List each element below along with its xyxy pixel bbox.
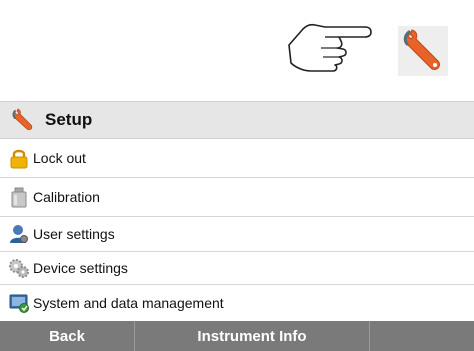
instrument-info-button[interactable]: Instrument Info <box>135 321 370 351</box>
wrench-icon <box>11 108 43 132</box>
menu-item-calibration[interactable]: Calibration <box>0 178 474 217</box>
padlock-icon <box>8 147 30 169</box>
menu-item-label: System and data management <box>33 295 224 311</box>
back-button[interactable]: Back <box>0 321 135 351</box>
menu-item-label: Lock out <box>33 150 86 166</box>
pointing-hand-icon <box>281 15 377 77</box>
menu-item-label: User settings <box>33 226 115 242</box>
calibration-weight-icon <box>8 186 30 208</box>
system-management-icon <box>8 292 30 314</box>
wrench-icon <box>398 26 448 76</box>
menu-item-label: Device settings <box>33 260 128 276</box>
page-title: Setup <box>45 110 93 129</box>
menu-item-label: Calibration <box>33 189 100 205</box>
user-settings-icon <box>8 223 30 245</box>
menu-item-lock-out[interactable]: Lock out <box>0 139 474 178</box>
setup-screen: Setup Lock out Calibration User settings… <box>0 0 474 351</box>
menu-item-user-settings[interactable]: User settings <box>0 217 474 252</box>
menu-header: Setup <box>0 101 474 139</box>
menu-item-system-data-management[interactable]: System and data management <box>0 285 474 322</box>
menu-item-device-settings[interactable]: Device settings <box>0 252 474 285</box>
bottom-action-bar: Back Instrument Info <box>0 321 474 351</box>
setup-menu: Setup Lock out Calibration User settings… <box>0 101 474 322</box>
empty-softkey[interactable] <box>370 321 474 351</box>
gears-icon <box>8 257 30 279</box>
